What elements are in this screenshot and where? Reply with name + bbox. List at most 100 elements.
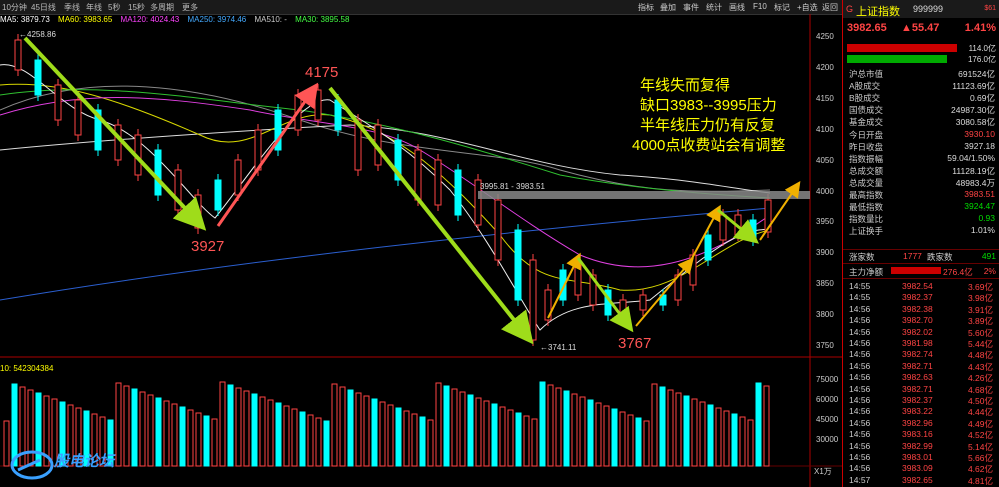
ratio-2: 176.0亿 [967, 55, 996, 64]
stat-row: 昨日收盘 3927.18 [847, 141, 997, 152]
stat-label: 总成交额 [849, 165, 884, 176]
volume-bar [611, 408, 618, 467]
trade-row: 14:56 3983.01 5.66亿 [847, 452, 997, 464]
trade-row: 14:56 3982.96 4.49亿 [847, 418, 997, 430]
tab-year[interactable]: 年线 [86, 2, 102, 13]
trade-volume: 4.26亿 [967, 373, 993, 384]
volume-bar [475, 397, 482, 467]
candle [34, 59, 42, 96]
trade-price: 3982.71 [902, 360, 933, 371]
tab-multi-period[interactable]: 多周期 [150, 2, 174, 13]
trade-volume: 5.66亿 [967, 453, 993, 463]
volume-bar [683, 395, 690, 467]
gap-label: 3995.81 - 3983.51 [480, 182, 545, 191]
volume-bar [483, 400, 490, 467]
label-3927: 3927 [191, 238, 225, 255]
volume-bar [219, 381, 226, 467]
volume-bar [307, 414, 314, 467]
btn-stats[interactable]: 统计 [706, 2, 722, 13]
trade-row: 14:56 3983.22 4.44亿 [847, 406, 997, 418]
volume-bar [595, 402, 602, 467]
volume-bar [331, 383, 338, 467]
candle [719, 214, 727, 241]
btn-draw[interactable]: 画线 [729, 2, 745, 13]
trade-time: 14:56 [849, 417, 871, 428]
volume-bar [131, 388, 138, 467]
trade-volume: 5.60亿 [967, 327, 993, 338]
stat-value: 24987.30亿 [951, 105, 995, 116]
volume-bar [523, 415, 530, 467]
volume-bar [539, 381, 546, 467]
volume-bar [339, 386, 346, 467]
trade-volume: 3.91亿 [967, 304, 993, 315]
candle [154, 149, 162, 196]
volume-bar [211, 418, 218, 467]
volume-bar [467, 394, 474, 467]
index-code: 999999 [913, 4, 944, 14]
price-tick: 3950 [816, 217, 834, 227]
volume-bar [139, 391, 146, 467]
volume-bar [579, 396, 586, 467]
stat-label: 指数量比 [849, 214, 884, 225]
candle [14, 39, 22, 71]
trade-time: 14:56 [849, 395, 871, 405]
price-tick: 4000 [816, 186, 834, 196]
volume-bar [387, 404, 394, 467]
up-arrow-yellow-3 [689, 204, 721, 263]
stat-label: 沪总市值 [849, 69, 884, 79]
trade-price: 3982.38 [902, 303, 933, 314]
index-name: 上证指数 [856, 6, 900, 18]
note-line-2: 缺口3983--3995压力 [640, 97, 777, 114]
volume-bar [555, 387, 562, 467]
trade-price: 3982.74 [902, 349, 933, 360]
tab-10min[interactable]: 10分钟 [2, 2, 27, 13]
stat-value: 11128.19亿 [952, 165, 995, 176]
tab-5sec[interactable]: 5秒 [108, 2, 120, 13]
btn-add-watch[interactable]: +自选 [797, 2, 818, 13]
trade-time: 14:56 [849, 315, 871, 326]
up-label: 涨家数 [849, 252, 875, 262]
tab-45day[interactable]: 45日线 [31, 2, 56, 13]
trade-row: 14:56 3982.99 5.14亿 [847, 441, 997, 453]
tab-15sec[interactable]: 15秒 [128, 2, 145, 13]
up-arrow-1 [216, 82, 319, 227]
btn-event[interactable]: 事件 [683, 2, 699, 13]
tab-quarter[interactable]: 季线 [64, 2, 80, 13]
trade-volume: 4.49亿 [967, 418, 993, 429]
trade-time: 14:56 [849, 349, 871, 360]
trade-volume: 4.62亿 [967, 464, 993, 475]
volume-bar [395, 407, 402, 467]
trade-row: 14:56 3983.09 4.62亿 [847, 463, 997, 475]
logo-text: 股电论坛 [54, 453, 115, 470]
volume-bar [379, 401, 386, 467]
price-tick: 3900 [816, 248, 834, 258]
candle [639, 294, 647, 311]
down-arrow-3 [576, 257, 634, 333]
trade-time: 14:56 [849, 452, 871, 462]
volume-bar [707, 404, 714, 467]
stat-row: 今日开盘 3930.10 [847, 129, 997, 140]
trade-price: 3982.63 [902, 372, 933, 383]
volume-bar [347, 389, 354, 467]
btn-back[interactable]: 返回 [822, 2, 838, 13]
tab-more[interactable]: 更多 [182, 2, 198, 13]
volume-bar [723, 410, 730, 467]
trade-price: 3982.37 [902, 292, 933, 303]
btn-f10[interactable]: F10 [753, 2, 767, 11]
trade-row: 14:56 3981.98 5.44亿 [847, 338, 997, 350]
trade-time: 14:56 [849, 326, 871, 337]
volume-bar [427, 419, 434, 467]
candle [454, 169, 462, 216]
trade-time: 14:56 [849, 429, 871, 440]
volume-bar [763, 385, 770, 467]
trade-price: 3982.70 [902, 315, 933, 326]
btn-mark[interactable]: 标记 [774, 2, 790, 13]
btn-indicator[interactable]: 指标 [638, 2, 654, 13]
btn-overlay[interactable]: 叠加 [660, 2, 676, 13]
candle [514, 229, 522, 301]
trade-row: 14:56 3982.38 3.91亿 [847, 304, 997, 316]
stat-label: 昨日收盘 [849, 141, 884, 152]
trade-row: 14:56 3982.70 3.89亿 [847, 315, 997, 327]
candle [214, 179, 222, 211]
trade-price: 3981.98 [902, 338, 933, 348]
